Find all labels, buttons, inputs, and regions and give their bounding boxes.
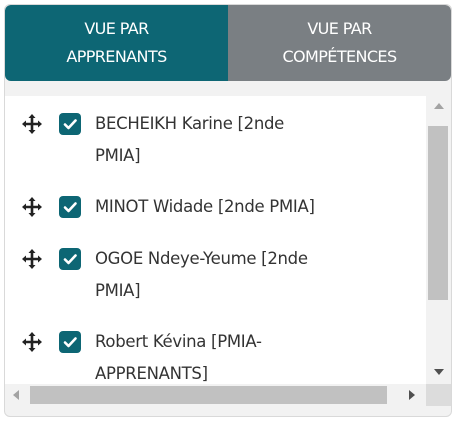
item-label: MINOT Widade [2nde PMIA] <box>95 191 395 223</box>
item-label-line2: PMIA] <box>95 146 141 165</box>
vertical-scrollbar[interactable] <box>426 96 451 384</box>
item-label: Robert Kévina [PMIA- APPRENANTS] <box>95 326 395 384</box>
drag-move-icon[interactable] <box>21 248 43 270</box>
tab-label-line2: APPRENANTS <box>66 47 167 66</box>
horizontal-scroll-thumb[interactable] <box>30 386 387 404</box>
item-label: BECHEIKH Karine [2nde PMIA] <box>95 108 395 172</box>
view-tabs: VUE PAR APPRENANTS VUE PAR COMPÉTENCES <box>5 5 451 81</box>
scroll-right-arrow-icon[interactable] <box>409 390 415 400</box>
checkbox-checked[interactable] <box>59 196 81 218</box>
scroll-down-arrow-icon[interactable] <box>434 369 444 375</box>
horizontal-scrollbar[interactable] <box>5 384 426 406</box>
tab-vue-par-competences[interactable]: VUE PAR COMPÉTENCES <box>228 5 451 81</box>
vertical-scroll-thumb[interactable] <box>428 126 448 300</box>
item-label-line1: Robert Kévina [PMIA- <box>95 332 262 351</box>
item-label: OGOE Ndeye-Yeume [2nde PMIA] <box>95 243 395 307</box>
drag-move-icon[interactable] <box>21 113 43 135</box>
scroll-up-arrow-icon[interactable] <box>434 103 444 109</box>
item-label-line1: MINOT Widade [2nde PMIA] <box>95 197 315 216</box>
drag-move-icon[interactable] <box>21 196 43 218</box>
tab-label-line1: VUE PAR <box>84 19 149 38</box>
item-label-line2: APPRENANTS] <box>95 364 208 383</box>
checkmark-icon <box>63 119 77 130</box>
tab-label-line2: COMPÉTENCES <box>282 47 397 66</box>
scrollbar-corner <box>426 384 451 406</box>
tab-label: VUE PAR COMPÉTENCES <box>282 15 397 71</box>
item-label-line2: PMIA] <box>95 281 141 300</box>
drag-move-icon[interactable] <box>21 331 43 353</box>
checkmark-icon <box>63 202 77 213</box>
checkbox-checked[interactable] <box>59 331 81 353</box>
item-label-line1: OGOE Ndeye-Yeume [2nde <box>95 249 308 268</box>
tab-label-line1: VUE PAR <box>307 19 372 38</box>
tab-vue-par-apprenants[interactable]: VUE PAR APPRENANTS <box>5 5 228 81</box>
scroll-left-arrow-icon[interactable] <box>13 390 19 400</box>
checkbox-checked[interactable] <box>59 113 81 135</box>
checkmark-icon <box>63 337 77 348</box>
item-label-line1: BECHEIKH Karine [2nde <box>95 114 285 133</box>
checkbox-checked[interactable] <box>59 248 81 270</box>
selection-panel: VUE PAR APPRENANTS VUE PAR COMPÉTENCES B… <box>4 4 452 417</box>
checkmark-icon <box>63 254 77 265</box>
tab-label: VUE PAR APPRENANTS <box>66 15 167 71</box>
learner-list: BECHEIKH Karine [2nde PMIA] MINOT Widade… <box>5 96 426 384</box>
